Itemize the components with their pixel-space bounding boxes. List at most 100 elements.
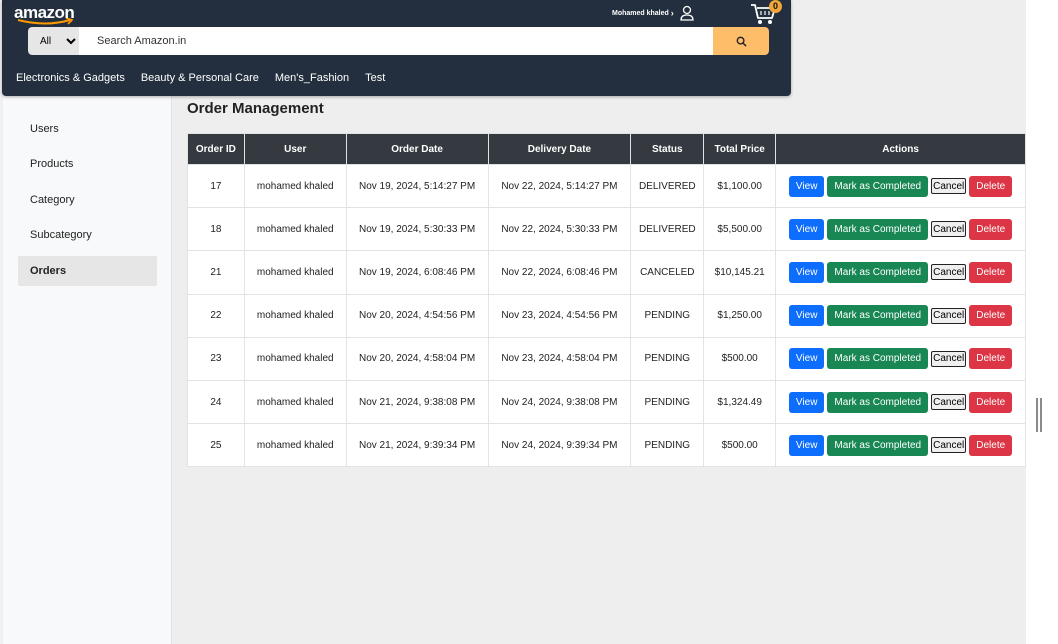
view-button[interactable]: View: [788, 305, 825, 327]
delete-button[interactable]: Delete: [969, 261, 1013, 283]
delivery-date-cell: Nov 23, 2024, 4:54:56 PM: [487, 293, 632, 338]
mark-completed-button[interactable]: Mark as Completed: [827, 261, 929, 283]
amazon-logo[interactable]: amazon: [14, 3, 80, 25]
view-button[interactable]: View: [788, 175, 825, 197]
sidebar-item-users[interactable]: Users: [18, 114, 157, 144]
total-price-cell: $500.00: [703, 423, 777, 468]
cancel-button[interactable]: Cancel: [931, 394, 967, 411]
category-link-test[interactable]: Test: [365, 72, 385, 84]
sidebar-item-category[interactable]: Category: [18, 185, 157, 215]
mark-completed-button[interactable]: Mark as Completed: [827, 434, 929, 456]
row-actions: View Mark as Completed Cancel Delete: [776, 175, 1025, 197]
status-cell: PENDING: [630, 336, 705, 381]
sidebar-item-subcategory[interactable]: Subcategory: [18, 220, 157, 250]
actions-cell: View Mark as Completed Cancel Delete: [775, 379, 1026, 425]
row-actions: View Mark as Completed Cancel Delete: [776, 218, 1025, 240]
order-id-cell: 17: [187, 163, 245, 209]
status-cell: PENDING: [630, 379, 705, 425]
mark-completed-button[interactable]: Mark as Completed: [827, 218, 929, 240]
table-row: 25 mohamed khaled Nov 21, 2024, 9:39:34 PM…: [187, 423, 1026, 468]
user-name: Mohamed khaled: [612, 9, 669, 17]
delete-button[interactable]: Delete: [969, 391, 1013, 413]
order-date-cell: Nov 19, 2024, 5:30:33 PM: [345, 207, 489, 252]
cancel-button[interactable]: Cancel: [931, 437, 967, 454]
total-price-cell: $1,250.00: [703, 293, 777, 338]
category-link-electronics-gadgets[interactable]: Electronics & Gadgets: [16, 72, 125, 84]
sidebar-item-products[interactable]: Products: [18, 149, 157, 179]
sidebar-menu: Users Products Category Subcategory Orders: [18, 114, 157, 291]
table-row: 18 mohamed khaled Nov 19, 2024, 5:30:33 PM…: [187, 207, 1026, 252]
delivery-date-cell: Nov 24, 2024, 9:39:34 PM: [487, 423, 632, 468]
orders-table: Order ID User Order Date Delivery Date Statu…: [187, 133, 1026, 468]
delete-button[interactable]: Delete: [969, 175, 1013, 197]
sidebar-item-orders[interactable]: Orders: [18, 255, 157, 286]
delete-button[interactable]: Delete: [969, 305, 1013, 327]
delivery-date-cell: Nov 22, 2024, 6:08:46 PM: [487, 250, 632, 295]
table-row: 24 mohamed khaled Nov 21, 2024, 9:38:08 PM…: [187, 379, 1026, 425]
cancel-button[interactable]: Cancel: [931, 178, 967, 195]
resize-handle[interactable]: [1036, 398, 1042, 432]
category-link-beauty-personal-care[interactable]: Beauty & Personal Care: [141, 72, 259, 84]
column-header-order-date: Order Date: [345, 133, 489, 165]
account-menu[interactable]: Mohamed khaled ›: [612, 4, 694, 22]
search-input[interactable]: [79, 27, 713, 55]
delete-button[interactable]: Delete: [969, 218, 1013, 240]
view-button[interactable]: View: [788, 218, 825, 240]
cancel-button[interactable]: Cancel: [931, 307, 967, 324]
mark-completed-button[interactable]: Mark as Completed: [827, 348, 929, 370]
actions-cell: View Mark as Completed Cancel Delete: [775, 293, 1026, 338]
order-id-cell: 25: [187, 423, 245, 468]
table-row: 17 mohamed khaled Nov 19, 2024, 5:14:27 PM…: [187, 163, 1026, 209]
user-cell: mohamed khaled: [243, 423, 347, 468]
column-header-user: User: [243, 133, 347, 165]
search-bar: All: [28, 27, 769, 55]
order-date-cell: Nov 20, 2024, 4:58:04 PM: [345, 336, 489, 381]
orders-table-body: 17 mohamed khaled Nov 19, 2024, 5:14:27 PM…: [187, 163, 1026, 468]
column-header-status: Status: [630, 133, 705, 165]
user-cell: mohamed khaled: [243, 336, 347, 381]
user-cell: mohamed khaled: [243, 163, 347, 209]
page-title: Order Management: [187, 100, 324, 117]
cancel-button[interactable]: Cancel: [931, 264, 967, 281]
delivery-date-cell: Nov 23, 2024, 4:58:04 PM: [487, 336, 632, 381]
delete-button[interactable]: Delete: [969, 434, 1013, 456]
mark-completed-button[interactable]: Mark as Completed: [827, 391, 929, 413]
row-actions: View Mark as Completed Cancel Delete: [776, 261, 1025, 283]
cancel-button[interactable]: Cancel: [931, 350, 967, 367]
search-button[interactable]: [713, 27, 769, 55]
view-button[interactable]: View: [788, 348, 825, 370]
status-cell: PENDING: [630, 423, 705, 468]
actions-cell: View Mark as Completed Cancel Delete: [775, 207, 1026, 252]
total-price-cell: $1,324.49: [703, 379, 777, 425]
column-header-delivery-date: Delivery Date: [487, 133, 632, 165]
mark-completed-button[interactable]: Mark as Completed: [827, 175, 929, 197]
total-price-cell: $10,145.21: [703, 250, 777, 295]
cart-count-badge: 0: [769, 0, 782, 13]
view-button[interactable]: View: [788, 391, 825, 413]
order-id-cell: 22: [187, 293, 245, 338]
row-actions: View Mark as Completed Cancel Delete: [776, 434, 1025, 456]
mark-completed-button[interactable]: Mark as Completed: [827, 305, 929, 327]
order-id-cell: 21: [187, 250, 245, 295]
admin-sidebar: Users Products Category Subcategory Orders: [3, 0, 172, 644]
view-button[interactable]: View: [788, 434, 825, 456]
cancel-button[interactable]: Cancel: [931, 221, 967, 238]
delete-button[interactable]: Delete: [969, 348, 1013, 370]
status-cell: CANCELED: [630, 250, 705, 295]
row-actions: View Mark as Completed Cancel Delete: [776, 391, 1025, 413]
actions-cell: View Mark as Completed Cancel Delete: [775, 163, 1026, 209]
actions-cell: View Mark as Completed Cancel Delete: [775, 336, 1026, 381]
order-date-cell: Nov 19, 2024, 6:08:46 PM: [345, 250, 489, 295]
order-id-cell: 23: [187, 336, 245, 381]
delivery-date-cell: Nov 24, 2024, 9:38:08 PM: [487, 379, 632, 425]
row-actions: View Mark as Completed Cancel Delete: [776, 305, 1025, 327]
search-category-select[interactable]: All: [28, 27, 79, 55]
order-id-cell: 18: [187, 207, 245, 252]
order-date-cell: Nov 20, 2024, 4:54:56 PM: [345, 293, 489, 338]
delivery-date-cell: Nov 22, 2024, 5:30:33 PM: [487, 207, 632, 252]
category-link-men-s-fashion[interactable]: Men's_Fashion: [275, 72, 349, 84]
user-cell: mohamed khaled: [243, 293, 347, 338]
user-cell: mohamed khaled: [243, 379, 347, 425]
view-button[interactable]: View: [788, 261, 825, 283]
row-actions: View Mark as Completed Cancel Delete: [776, 348, 1025, 370]
